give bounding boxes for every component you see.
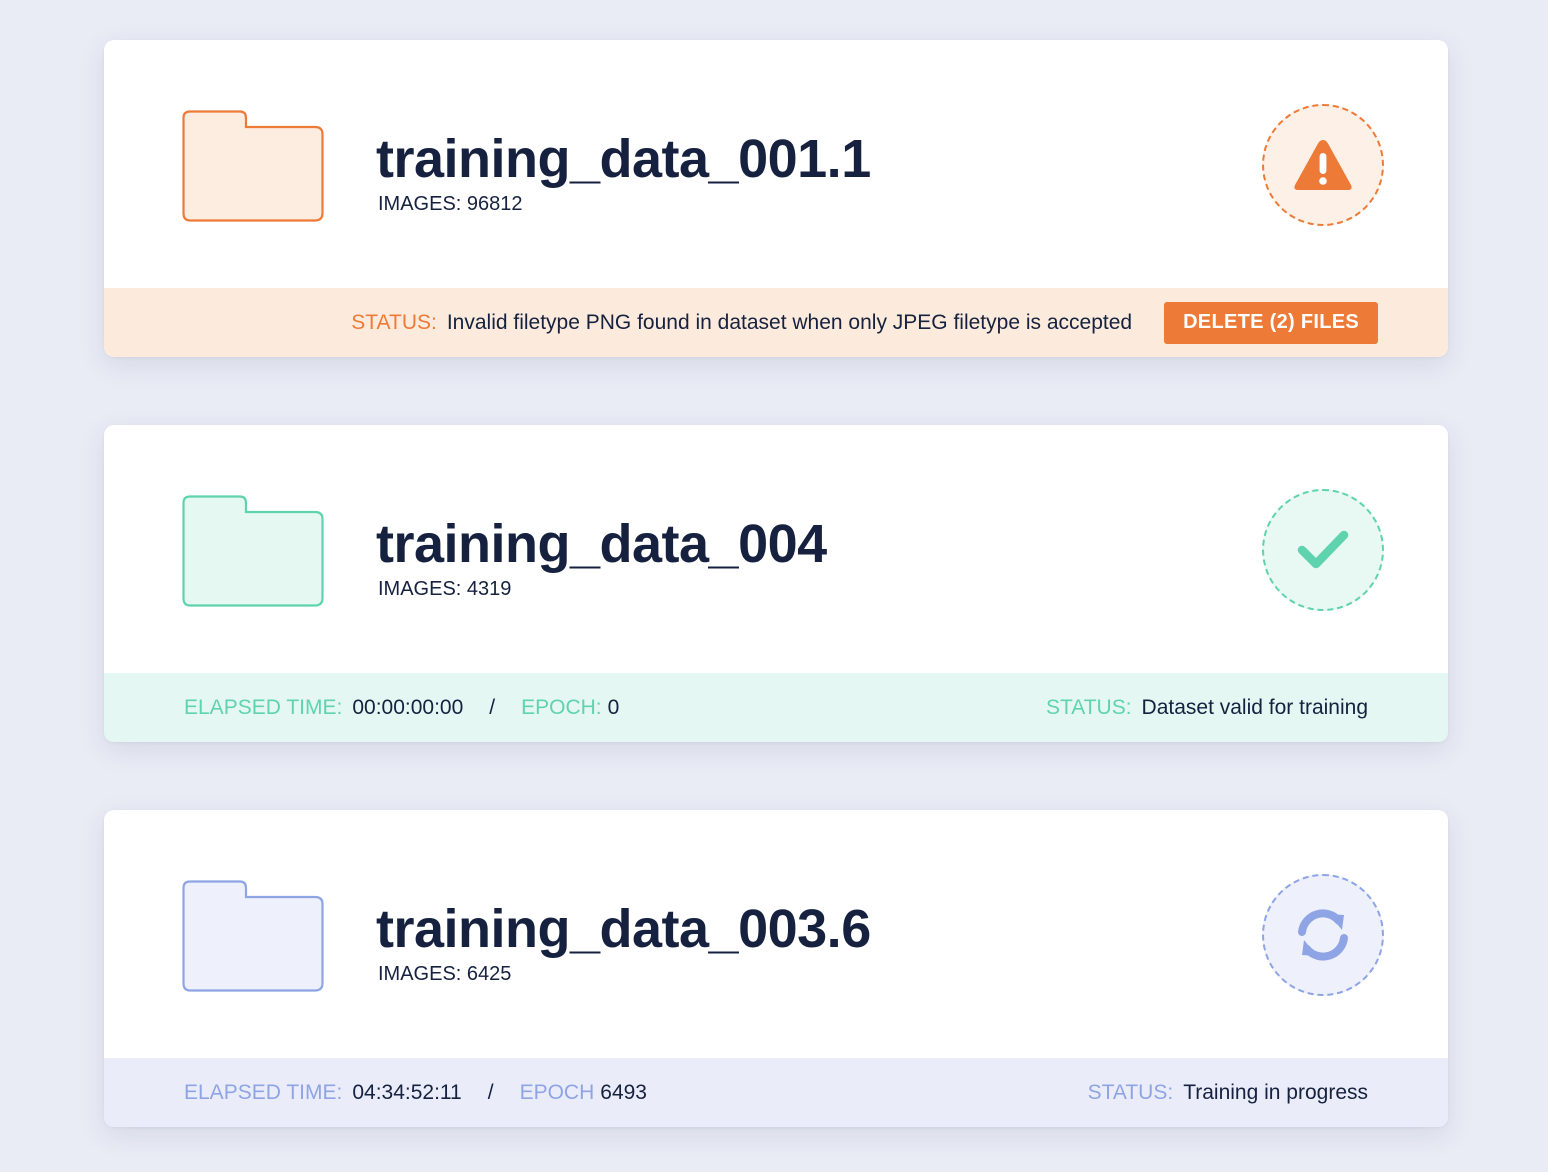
- folder-icon: [182, 495, 324, 607]
- check-icon: [1297, 530, 1349, 569]
- status-badge: [1262, 104, 1384, 226]
- delete-files-button[interactable]: DELETE (2) FILES: [1164, 301, 1378, 344]
- card-header: training_data_003.6 IMAGES: 6425: [104, 810, 1448, 1058]
- image-count: IMAGES: 6425: [378, 963, 512, 985]
- dataset-title: training_data_003.6: [376, 899, 871, 959]
- dataset-title: training_data_004: [376, 514, 827, 574]
- separator: /: [489, 695, 496, 719]
- card-header: training_data_004 IMAGES: 4319: [104, 425, 1448, 673]
- folder-icon: [182, 880, 324, 992]
- dataset-card-warning: training_data_001.1 IMAGES: 96812 STATUS…: [104, 40, 1448, 357]
- card-header: training_data_001.1 IMAGES: 96812: [104, 40, 1448, 288]
- status-bar: ELAPSED TIME: 00:00:00:00 / EPOCH: 0 STA…: [104, 673, 1448, 742]
- elapsed-time-label: ELAPSED TIME:: [184, 1080, 343, 1104]
- folder-icon: [182, 110, 324, 222]
- status-text: Invalid filetype PNG found in dataset wh…: [446, 310, 1133, 334]
- dataset-card-training: training_data_003.6 IMAGES: 6425 ELAPSED…: [104, 810, 1448, 1127]
- dataset-card-valid: training_data_004 IMAGES: 4319 ELAPSED T…: [104, 425, 1448, 742]
- status-text: Dataset valid for training: [1141, 695, 1368, 719]
- sync-icon: [1298, 909, 1348, 961]
- dataset-title: training_data_001.1: [376, 129, 871, 189]
- elapsed-time-label: ELAPSED TIME:: [184, 695, 343, 719]
- status-label: STATUS:: [1045, 695, 1132, 719]
- status-label: STATUS:: [351, 310, 437, 334]
- image-count: IMAGES: 4319: [378, 578, 512, 600]
- epoch-value: 6493: [600, 1080, 647, 1104]
- epoch-label: EPOCH:: [521, 695, 602, 719]
- status-badge: [1262, 874, 1384, 996]
- status-badge: [1262, 489, 1384, 611]
- epoch-label: EPOCH: [519, 1080, 595, 1104]
- separator: /: [487, 1080, 494, 1104]
- status-text: Training in progress: [1183, 1080, 1368, 1104]
- image-count: IMAGES: 96812: [378, 193, 523, 215]
- elapsed-time-value: 04:34:52:11: [352, 1080, 462, 1104]
- status-label: STATUS:: [1087, 1080, 1174, 1104]
- elapsed-time-value: 00:00:00:00: [352, 695, 464, 719]
- status-bar: ELAPSED TIME: 04:34:52:11 / EPOCH 6493 S…: [104, 1058, 1448, 1127]
- epoch-value: 0: [607, 695, 620, 719]
- warning-icon: [1294, 140, 1352, 190]
- status-bar: STATUS: Invalid filetype PNG found in da…: [104, 288, 1448, 357]
